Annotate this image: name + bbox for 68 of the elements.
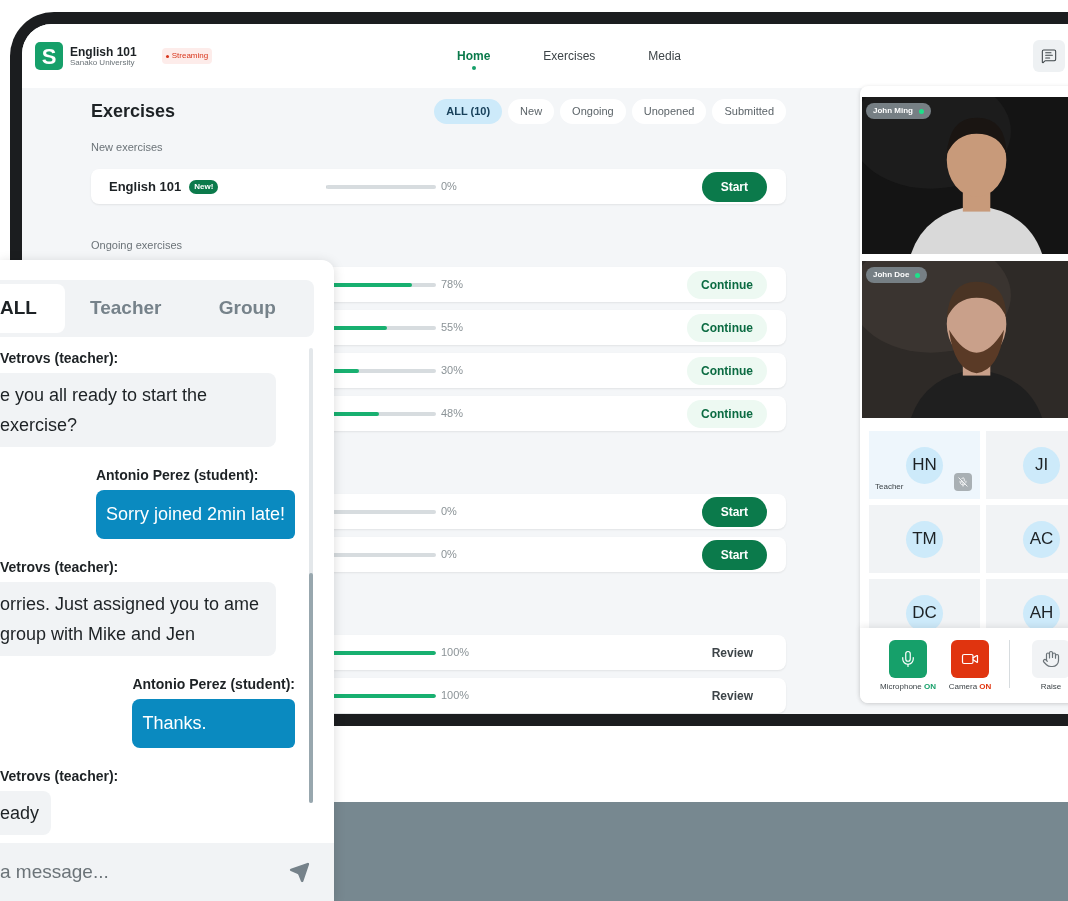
start-button[interactable]: Start — [701, 496, 767, 527]
chat-tab[interactable]: ALL — [0, 284, 65, 333]
raise-hand-button[interactable] — [1032, 640, 1068, 678]
section-heading: Ongoing exercises — [91, 239, 183, 251]
progress-percent: 0% — [441, 547, 457, 563]
mic-icon — [899, 650, 917, 668]
filter-chip[interactable]: Submitted — [712, 98, 786, 124]
sender-name: Vetrovs (teacher): — [0, 767, 119, 786]
streaming-badge: Streaming — [161, 48, 213, 64]
sender-name: Antonio Perez (student): — [132, 675, 295, 694]
received-message: orries. Just assigned you to ame group with Mike and Jen — [0, 582, 276, 656]
chat-tab[interactable]: Group — [186, 284, 308, 333]
avatar-initials: TM — [906, 520, 943, 558]
control-label: Camera ON — [948, 681, 992, 693]
review-button[interactable]: Review — [697, 681, 767, 710]
continue-button[interactable]: Continue — [687, 356, 767, 385]
start-button[interactable]: Start — [701, 539, 767, 570]
progress-percent: 0% — [441, 504, 457, 520]
nav-tab[interactable]: Exercises — [543, 47, 596, 65]
continue-button[interactable]: Continue — [687, 270, 767, 299]
progress-percent: 100% — [441, 688, 470, 704]
send-icon[interactable] — [289, 861, 310, 883]
camera-button[interactable] — [951, 640, 989, 678]
page-title: Exercises — [91, 99, 176, 123]
filter-chip[interactable]: New — [508, 98, 555, 124]
filter-chip[interactable]: Unopened — [631, 98, 707, 124]
sender-name: Vetrovs (teacher): — [0, 349, 119, 368]
avatar-initials: JI — [1023, 446, 1060, 484]
continue-button[interactable]: Continue — [687, 399, 767, 428]
message-input[interactable]: a message... — [0, 857, 289, 887]
avatar-initials: AC — [1023, 520, 1060, 558]
filter-chip[interactable]: ALL (10) — [434, 98, 503, 124]
progress-percent: 48% — [441, 406, 464, 422]
progress-percent: 100% — [441, 645, 470, 661]
control-label: Raise — [1040, 681, 1062, 693]
course-title: English 101 — [70, 45, 137, 58]
chat-tab[interactable]: Teacher — [65, 284, 187, 333]
logo: S — [35, 42, 63, 70]
role-label: Teacher — [875, 481, 904, 493]
control-label: Microphone ON — [879, 681, 936, 693]
chat-icon — [1041, 48, 1057, 64]
exercise-title: English 101 — [109, 177, 182, 196]
filter-chip[interactable]: Ongoing — [560, 98, 626, 124]
received-message: e you all ready to start the exercise? — [0, 373, 276, 447]
sent-message: Thanks. — [132, 699, 295, 748]
sender-name: Antonio Perez (student): — [95, 466, 260, 485]
progress-percent: 78% — [441, 277, 464, 293]
received-message: eady — [0, 791, 52, 835]
sender-name: Vetrovs (teacher): — [0, 558, 119, 577]
avatar-initials: HN — [906, 446, 943, 484]
nav-tab[interactable]: Home — [457, 47, 491, 65]
start-button[interactable]: Start — [701, 171, 767, 202]
sent-message: Sorry joined 2min late! — [95, 490, 295, 539]
review-button[interactable]: Review — [697, 638, 767, 667]
progress-percent: 55% — [441, 320, 464, 336]
progress-percent: 30% — [441, 363, 464, 379]
video-name-tag: John Ming — [866, 103, 931, 119]
section-heading: New exercises — [91, 141, 163, 153]
hand-icon — [1042, 650, 1060, 668]
chat-button[interactable] — [1033, 40, 1065, 72]
new-badge: New! — [189, 179, 219, 194]
progress-percent: 0% — [441, 179, 457, 195]
continue-button[interactable]: Continue — [687, 313, 767, 342]
video-name-tag: John Doe — [866, 267, 928, 283]
message-field[interactable]: a message... — [0, 843, 334, 901]
nav-tab[interactable]: Media — [648, 47, 682, 65]
microphone-button[interactable] — [889, 640, 927, 678]
institution-name: Sanako University — [70, 58, 136, 67]
